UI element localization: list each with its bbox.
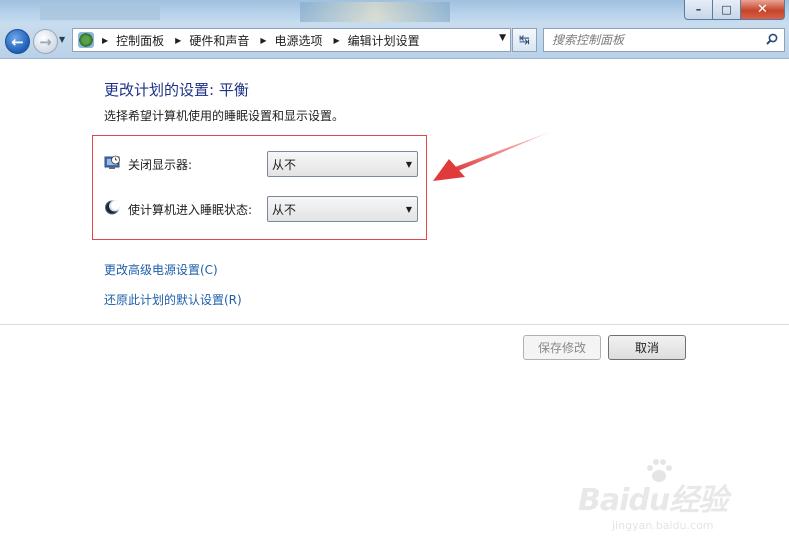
back-arrow-icon: ← bbox=[11, 32, 24, 51]
breadcrumb-hardware-sound[interactable]: ▶ 硬件和声音 bbox=[170, 32, 255, 49]
breadcrumb-edit-plan[interactable]: ▶ 编辑计划设置 bbox=[329, 32, 426, 49]
cancel-button[interactable]: 取消 bbox=[608, 335, 686, 360]
setting-label: 关闭显示器: bbox=[128, 158, 193, 172]
setting-turn-off-display: 关闭显示器: 从不 ▼ bbox=[104, 151, 418, 177]
address-history-dropdown-icon[interactable]: ▼ bbox=[499, 33, 506, 43]
maximize-button[interactable]: □ bbox=[713, 0, 741, 20]
save-changes-button[interactable]: 保存修改 bbox=[523, 335, 601, 360]
refresh-icon: ↹ bbox=[519, 32, 530, 48]
minimize-button[interactable]: – bbox=[684, 0, 713, 20]
chevron-down-icon[interactable]: ▼ bbox=[406, 205, 412, 214]
search-box[interactable] bbox=[543, 28, 785, 52]
display-timeout-select[interactable]: 从不 ▼ bbox=[267, 151, 418, 177]
breadcrumb-label[interactable]: 控制面板 bbox=[116, 32, 164, 49]
navigation-bar: ← → ▼ ▶ 控制面板 ▶ 硬件和声音 ▶ 电源选项 ▶ 编辑计划设置 ▼ ↹… bbox=[0, 24, 789, 59]
divider bbox=[0, 324, 789, 325]
title-bar-background-blur bbox=[300, 2, 450, 22]
moon-sleep-icon bbox=[105, 200, 120, 215]
forward-button[interactable]: → bbox=[33, 29, 58, 54]
select-value: 从不 bbox=[272, 157, 297, 172]
page-description: 选择希望计算机使用的睡眠设置和显示设置。 bbox=[104, 109, 345, 123]
recent-pages-dropdown[interactable]: ▼ bbox=[59, 35, 65, 44]
monitor-clock-icon bbox=[104, 155, 120, 169]
refresh-button[interactable]: ↹ bbox=[512, 28, 537, 52]
chevron-right-icon[interactable]: ▶ bbox=[334, 36, 340, 45]
breadcrumb-control-panel[interactable]: ▶ 控制面板 bbox=[97, 32, 170, 49]
chevron-right-icon[interactable]: ▶ bbox=[102, 36, 108, 45]
breadcrumb-label[interactable]: 电源选项 bbox=[275, 32, 323, 49]
address-bar[interactable]: ▶ 控制面板 ▶ 硬件和声音 ▶ 电源选项 ▶ 编辑计划设置 ▼ bbox=[72, 28, 511, 52]
select-value: 从不 bbox=[272, 202, 297, 217]
title-bar-background-blur bbox=[40, 4, 160, 20]
caption-buttons: – □ ✕ bbox=[684, 0, 785, 20]
watermark: Baidu经验 jingyan.baidu.com bbox=[578, 457, 778, 547]
search-icon[interactable] bbox=[766, 33, 778, 45]
annotation-arrow bbox=[433, 132, 550, 181]
control-panel-window: – □ ✕ ← → ▼ ▶ 控制面板 ▶ 硬件和声音 ▶ 电源选项 ▶ 编辑计划… bbox=[0, 0, 789, 547]
sleep-timeout-select[interactable]: 从不 ▼ bbox=[267, 196, 418, 222]
chevron-right-icon[interactable]: ▶ bbox=[260, 36, 266, 45]
main-content: 更改计划的设置: 平衡 选择希望计算机使用的睡眠设置和显示设置。 关闭显示器: … bbox=[0, 59, 789, 547]
breadcrumb-label[interactable]: 硬件和声音 bbox=[189, 32, 249, 49]
setting-label: 使计算机进入睡眠状态: bbox=[128, 203, 253, 217]
restore-defaults-link[interactable]: 还原此计划的默认设置(R) bbox=[104, 291, 242, 308]
setting-sleep: 使计算机进入睡眠状态: 从不 ▼ bbox=[104, 196, 418, 222]
page-title: 更改计划的设置: 平衡 bbox=[104, 81, 249, 99]
search-input[interactable] bbox=[550, 31, 759, 49]
watermark-text: Baidu经验 bbox=[578, 483, 728, 518]
breadcrumb-power-options[interactable]: ▶ 电源选项 bbox=[255, 32, 328, 49]
back-button[interactable]: ← bbox=[5, 29, 30, 54]
chevron-right-icon[interactable]: ▶ bbox=[175, 36, 181, 45]
breadcrumb-label[interactable]: 编辑计划设置 bbox=[348, 32, 420, 49]
forward-arrow-icon: → bbox=[39, 32, 52, 51]
watermark-subtext: jingyan.baidu.com bbox=[612, 519, 714, 532]
close-button[interactable]: ✕ bbox=[741, 0, 785, 20]
title-bar: – □ ✕ bbox=[0, 0, 789, 24]
control-panel-icon bbox=[78, 32, 94, 48]
advanced-power-settings-link[interactable]: 更改高级电源设置(C) bbox=[104, 261, 218, 278]
chevron-down-icon[interactable]: ▼ bbox=[406, 160, 412, 169]
